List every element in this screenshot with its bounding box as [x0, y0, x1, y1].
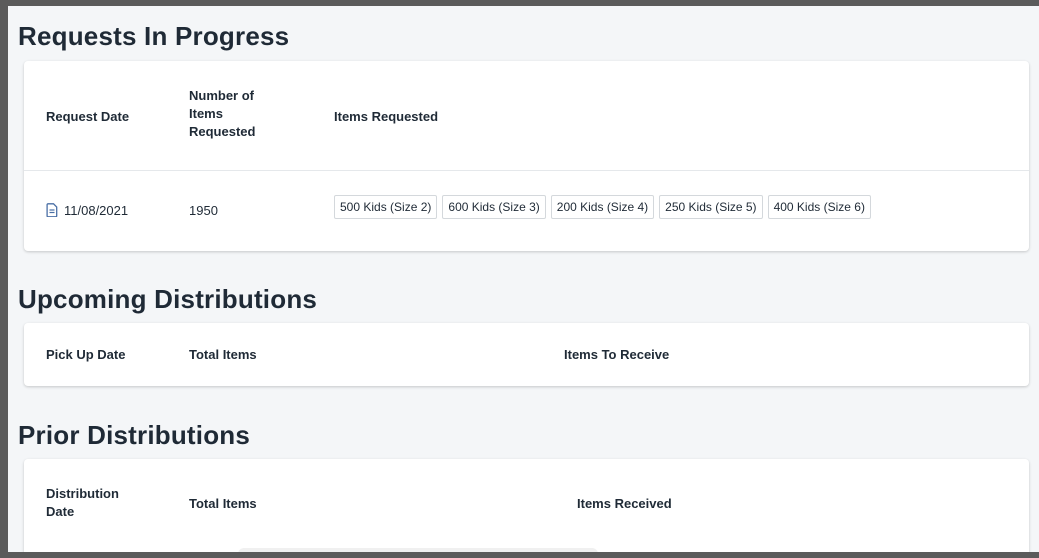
table-divider [24, 170, 1029, 171]
upcoming-distributions-title: Upcoming Distributions [18, 284, 318, 314]
item-chip: 250 Kids (Size 5) [659, 195, 763, 219]
column-header-distribution-date[interactable]: Distribution Date [46, 485, 119, 521]
column-header-items-to-receive[interactable]: Items To Receive [564, 346, 669, 364]
item-chip: 200 Kids (Size 4) [550, 195, 655, 219]
column-header-total-items[interactable]: Total Items [189, 346, 257, 364]
prior-distributions-title: Prior Distributions [18, 420, 251, 450]
document-icon[interactable] [46, 203, 58, 217]
prior-distributions-table: Distribution Date Total Items Items Rece… [24, 459, 1029, 552]
column-header-pick-up-date[interactable]: Pick Up Date [46, 346, 125, 364]
item-chip: 600 Kids (Size 3) [442, 195, 546, 219]
column-header-items-received[interactable]: Items Received [577, 495, 672, 513]
column-header-number-of-items[interactable]: Number of Items Requested [189, 87, 255, 141]
table-row-request-date[interactable]: 11/08/2021 [46, 202, 128, 220]
items-requested-chips: 500 Kids (Size 2) 600 Kids (Size 3) 200 … [334, 195, 871, 219]
requests-in-progress-title: Requests In Progress [18, 21, 290, 51]
item-chip: 400 Kids (Size 6) [767, 195, 871, 219]
item-chip: 500 Kids (Size 2) [334, 195, 438, 219]
column-header-request-date[interactable]: Request Date [46, 108, 129, 126]
dashboard-frame: Requests In Progress Request Date Number… [8, 6, 1039, 552]
column-header-total-items[interactable]: Total Items [189, 495, 257, 513]
requests-in-progress-table: Request Date Number of Items Requested I… [24, 61, 1029, 251]
column-header-items-requested[interactable]: Items Requested [334, 108, 438, 126]
request-date-link[interactable]: 11/08/2021 [64, 203, 128, 218]
horizontal-scrollbar[interactable] [238, 548, 598, 552]
upcoming-distributions-table: Pick Up Date Total Items Items To Receiv… [24, 323, 1029, 386]
table-row-item-count: 1950 [189, 203, 218, 218]
